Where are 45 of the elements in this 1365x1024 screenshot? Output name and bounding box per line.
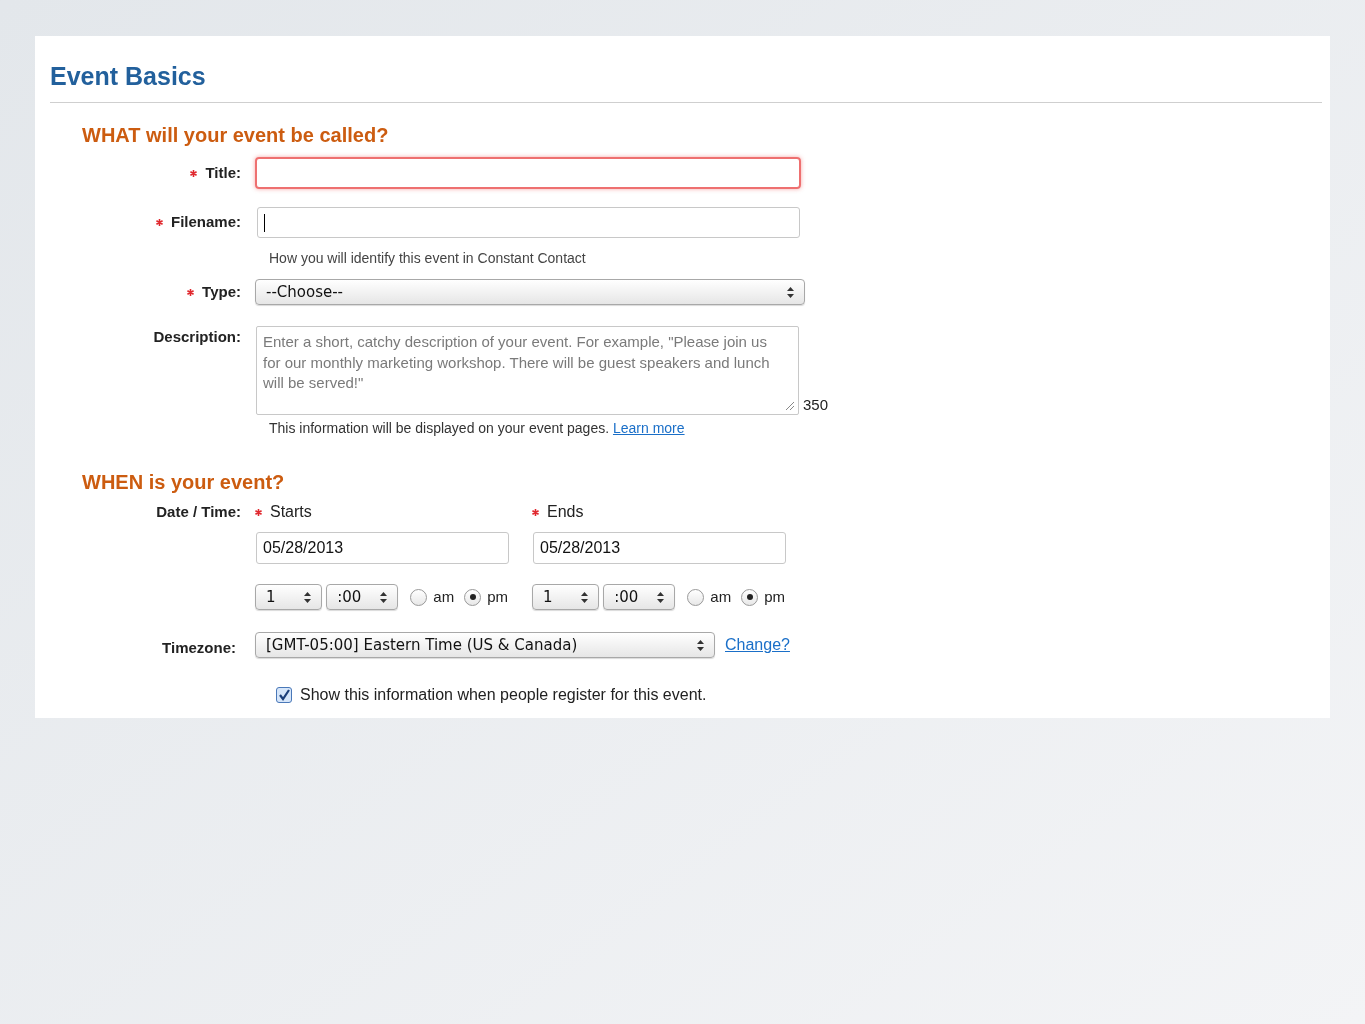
- radio-label: am: [433, 586, 455, 607]
- field-hint: This information will be displayed on your event pages.: [269, 420, 610, 436]
- title-input[interactable]: [255, 157, 801, 189]
- date-input[interactable]: 05/28/2013: [533, 532, 786, 564]
- change-link[interactable]: Change?: [725, 633, 790, 658]
- minute-select[interactable]: :00: [326, 584, 399, 610]
- hour-select[interactable]: 1: [532, 584, 600, 610]
- radio-label: am: [710, 586, 732, 607]
- up-down-arrows-icon: [380, 591, 388, 603]
- checkbox[interactable]: [276, 686, 292, 703]
- filename-input[interactable]: [257, 207, 800, 238]
- time-label: Starts: [270, 502, 312, 522]
- radio-button[interactable]: [741, 588, 759, 606]
- field-label: Title:: [205, 162, 241, 183]
- field-label: Timezone:: [162, 638, 236, 658]
- up-down-arrows-icon: [697, 639, 704, 651]
- up-down-arrows-icon: [304, 591, 312, 603]
- hour-select[interactable]: 1: [255, 584, 323, 610]
- field-label: Type:: [202, 281, 241, 302]
- section-heading: WHAT will your event be called?: [82, 123, 389, 148]
- radio-label: pm: [764, 586, 785, 607]
- page-title: Event Basics: [50, 61, 206, 92]
- character-counter: 350: [803, 394, 829, 415]
- field-label: Date / Time:: [156, 501, 241, 522]
- radio-button[interactable]: [687, 588, 705, 606]
- minute-select[interactable]: :00: [603, 584, 676, 610]
- checkbox-label: Show this information when people register for this event.: [300, 684, 707, 705]
- up-down-arrows-icon: [581, 591, 589, 603]
- timezone-select[interactable]: [GMT-05:00] Eastern Time (US & Canada): [255, 632, 715, 659]
- text-cursor: [264, 213, 265, 232]
- radio-button[interactable]: [410, 588, 428, 606]
- field-hint: How you will identify this event in Constant Contact: [269, 249, 586, 268]
- radio-label: pm: [487, 586, 508, 607]
- field-label: Description:: [153, 327, 241, 347]
- resize-handle-icon[interactable]: [785, 401, 795, 411]
- date-input[interactable]: 05/28/2013: [256, 532, 509, 564]
- field-label: Filename:: [170, 212, 241, 233]
- section-heading: WHEN is your event?: [82, 470, 285, 495]
- time-label: Ends: [547, 502, 584, 522]
- up-down-arrows-icon: [787, 286, 794, 298]
- description-textarea[interactable]: Enter a short, catchy description of your event. For example, "Please join us for our monthly marketing workshop. There will be guest speakers and lunch will be served!": [256, 326, 799, 415]
- radio-button[interactable]: [464, 588, 482, 606]
- learn-more-link[interactable]: Learn more: [612, 420, 685, 436]
- up-down-arrows-icon: [657, 591, 665, 603]
- type-select[interactable]: --Choose--: [255, 279, 805, 305]
